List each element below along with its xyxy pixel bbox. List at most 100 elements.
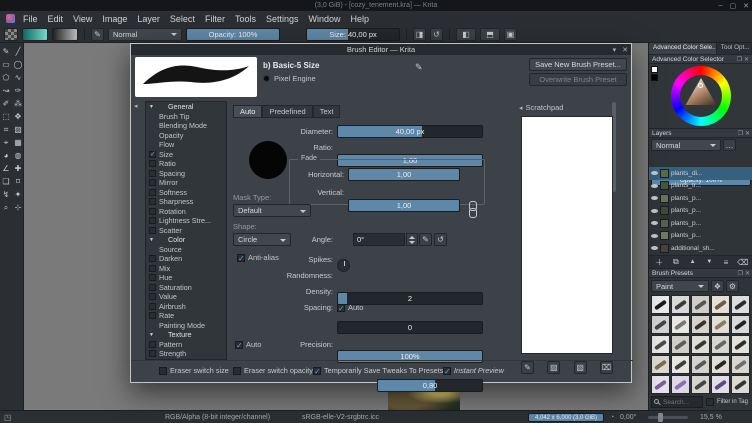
brush-preset-item[interactable] xyxy=(651,355,670,374)
scratchpad-fill-button[interactable]: ▧ xyxy=(573,361,587,374)
close-docker-icon[interactable]: ✕ xyxy=(744,56,749,63)
option-checkbox[interactable] xyxy=(149,350,156,358)
brush-size-slider[interactable]: Size: 40,00 px xyxy=(306,27,400,41)
tool-button[interactable]: ❏ xyxy=(0,175,12,188)
reload-preset-icon[interactable]: ↺ xyxy=(430,27,443,41)
float-docker-icon[interactable]: ❐ xyxy=(738,130,743,137)
spacing-auto-checkbox[interactable] xyxy=(337,303,345,313)
move-layer-up-button[interactable]: ▲ xyxy=(686,256,699,269)
brush-option-row[interactable]: Rate xyxy=(146,311,226,321)
brush-preset-item[interactable] xyxy=(711,315,730,334)
brush-option-row[interactable]: Painting Mode xyxy=(146,321,226,331)
brush-option-row[interactable]: Rotation xyxy=(146,207,226,217)
tag-icon[interactable]: ❖ xyxy=(711,280,724,292)
layer-visibility-icon[interactable] xyxy=(651,171,658,176)
layer-visibility-icon[interactable] xyxy=(651,221,658,226)
option-checkbox[interactable] xyxy=(149,274,156,282)
tool-button[interactable]: ▦ xyxy=(12,136,24,149)
brush-preset-item[interactable] xyxy=(691,355,710,374)
save-new-preset-button[interactable]: Save New Brush Preset... xyxy=(529,58,627,71)
option-checkbox[interactable] xyxy=(149,150,156,158)
layer-row[interactable]: plants_p... xyxy=(649,205,752,218)
brush-tip-tab[interactable]: Predefined xyxy=(262,105,313,118)
diameter-slider[interactable]: 40,00 px xyxy=(337,125,483,138)
tool-button[interactable]: ⬚ xyxy=(0,110,12,123)
minimize-button[interactable]: – xyxy=(719,2,723,9)
vertical-fade-slider[interactable]: 1,00 xyxy=(348,199,460,212)
brush-option-row[interactable]: Darken xyxy=(146,254,226,264)
eraser-switch-opacity-checkbox[interactable] xyxy=(233,366,241,375)
tag-select[interactable]: Paint xyxy=(651,280,709,292)
layer-row[interactable]: plants_p... xyxy=(649,217,752,230)
randomness-slider[interactable]: 0 xyxy=(337,321,483,334)
brush-option-row[interactable]: General xyxy=(146,102,226,112)
brush-option-row[interactable]: Lightness Stre... xyxy=(146,216,226,226)
brush-preset-item[interactable] xyxy=(731,315,750,334)
tool-button[interactable]: ✎ xyxy=(0,45,12,58)
menu-item[interactable]: Window xyxy=(303,14,345,24)
eraser-mode-icon[interactable]: ◨ xyxy=(413,27,426,41)
float-docker-icon[interactable]: ❐ xyxy=(738,270,743,277)
option-checkbox[interactable] xyxy=(149,302,156,310)
add-layer-button[interactable]: ＋ xyxy=(653,256,666,269)
tool-button[interactable]: ◯ xyxy=(12,58,24,71)
menu-item[interactable]: Settings xyxy=(261,14,304,24)
brush-option-row[interactable]: Saturation xyxy=(146,283,226,293)
option-checkbox[interactable] xyxy=(149,283,156,291)
brush-preset-item[interactable] xyxy=(651,295,670,314)
tool-button[interactable]: ▨ xyxy=(12,123,24,136)
overwrite-preset-button[interactable]: Overwrite Brush Preset xyxy=(529,73,627,86)
close-docker-icon[interactable]: ✕ xyxy=(745,270,750,277)
maximize-button[interactable]: ▢ xyxy=(730,2,737,10)
scratchpad-clear-button[interactable]: ⌧ xyxy=(599,361,613,374)
angle-edit-button[interactable]: ✎ xyxy=(419,233,432,246)
menu-item[interactable]: Image xyxy=(97,14,132,24)
tool-button[interactable]: ◍ xyxy=(12,149,24,162)
link-fade-icon[interactable] xyxy=(468,201,477,218)
tool-button[interactable]: ⁂ xyxy=(12,97,24,110)
option-checkbox[interactable] xyxy=(149,207,156,215)
tool-button[interactable]: ✦ xyxy=(12,188,24,201)
brush-option-row[interactable]: Blending Mode xyxy=(146,121,226,131)
brush-preset-item[interactable] xyxy=(651,375,670,394)
angle-dial[interactable] xyxy=(337,259,350,272)
option-checkbox[interactable] xyxy=(149,264,156,272)
close-docker-icon[interactable]: ✕ xyxy=(745,130,750,137)
float-docker-icon[interactable]: ❐ xyxy=(737,56,742,63)
brush-option-row[interactable]: Mirror xyxy=(146,178,226,188)
brush-option-row[interactable]: Brush Tip xyxy=(146,112,226,122)
menu-item[interactable]: Filter xyxy=(200,14,230,24)
tool-button[interactable]: ◕ xyxy=(0,149,12,162)
spacing-slider[interactable]: 0,80 xyxy=(377,379,483,392)
menu-item[interactable]: Help xyxy=(346,14,375,24)
gradient-chooser-chip-2[interactable] xyxy=(52,27,78,41)
option-checkbox[interactable] xyxy=(149,179,156,187)
tool-button[interactable]: ✐ xyxy=(0,97,12,110)
density-slider[interactable]: 100% xyxy=(337,350,483,363)
pattern-chooser-chip[interactable] xyxy=(4,27,18,41)
option-checkbox[interactable] xyxy=(149,293,156,301)
menu-item[interactable]: Tools xyxy=(230,14,261,24)
brush-preset-item[interactable] xyxy=(711,375,730,394)
layer-row[interactable]: additional_sh... xyxy=(649,242,752,255)
brush-option-row[interactable]: Airbrush xyxy=(146,302,226,312)
option-checkbox[interactable] xyxy=(149,217,156,225)
horizontal-fade-slider[interactable]: 1,00 xyxy=(348,168,460,181)
instant-preview-checkbox[interactable] xyxy=(443,366,451,376)
brush-option-row[interactable]: Pattern xyxy=(146,340,226,350)
dialog-shade-button[interactable]: ▾ xyxy=(613,46,617,54)
option-checkbox[interactable] xyxy=(149,312,156,320)
brush-preset-item[interactable] xyxy=(691,295,710,314)
brush-option-row[interactable]: Size xyxy=(146,150,226,160)
brush-preset-item[interactable] xyxy=(731,375,750,394)
angle-reset-button[interactable]: ↺ xyxy=(434,233,447,246)
brush-preset-item[interactable] xyxy=(671,315,690,334)
gradient-chooser-chip[interactable] xyxy=(22,27,48,41)
mirror-horizontal-icon[interactable]: ◧ xyxy=(456,27,476,41)
dialog-close-button[interactable]: ✕ xyxy=(622,46,628,54)
zoom-slider[interactable] xyxy=(648,413,688,422)
tool-button[interactable]: ╱ xyxy=(12,45,24,58)
option-checkbox[interactable] xyxy=(149,340,156,348)
blending-mode-select[interactable]: Normal xyxy=(108,27,182,41)
angle-value-box[interactable]: 0° xyxy=(353,233,405,246)
